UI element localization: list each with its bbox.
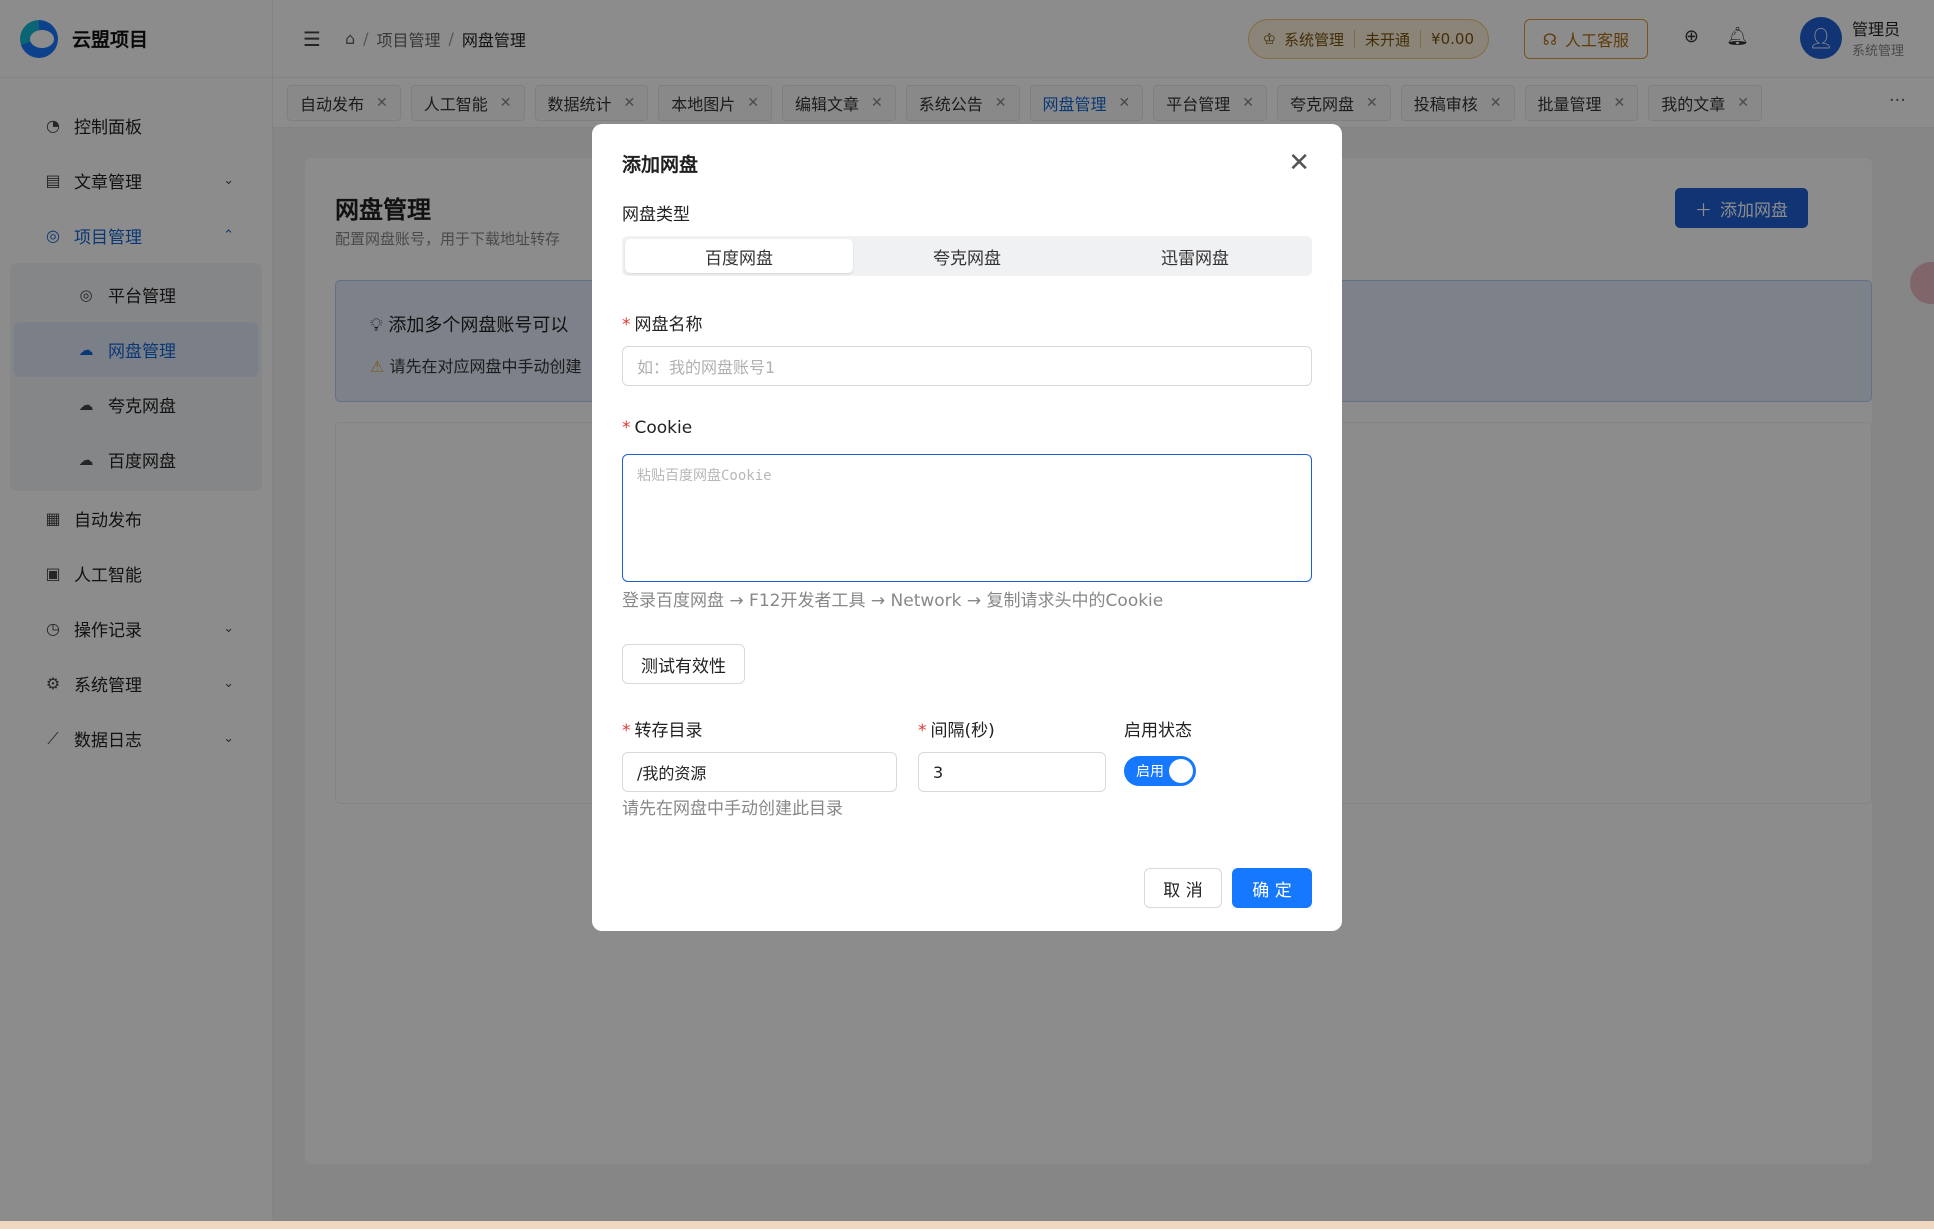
test-validity-button[interactable]: 测试有效性 <box>622 644 745 684</box>
toggle-label: 启用 <box>1136 764 1164 780</box>
interval-value: 3 <box>933 762 944 782</box>
dir-label: * 转存目录 <box>622 716 703 741</box>
dialog-title: 添加网盘 <box>622 154 699 176</box>
cancel-button[interactable]: 取 消 <box>1144 868 1222 908</box>
netdisk-name-input[interactable]: 如：我的网盘账号1 <box>622 346 1312 386</box>
interval-label-text: 间隔(秒) <box>930 721 995 741</box>
required-mark: * <box>622 418 631 438</box>
type-option-baidu[interactable]: 百度网盘 <box>625 239 853 273</box>
cookie-help: 登录百度网盘 → F12开发者工具 → Network → 复制请求头中的Coo… <box>622 591 1164 611</box>
save-directory-input[interactable]: /我的资源 <box>622 752 897 792</box>
enable-status-toggle[interactable]: 启用 <box>1124 756 1196 786</box>
required-mark: * <box>622 315 631 335</box>
toggle-knob <box>1169 759 1193 783</box>
dir-label-text: 转存目录 <box>634 721 703 741</box>
interval-input[interactable]: 3 <box>918 752 1106 792</box>
required-mark: * <box>622 721 631 741</box>
status-label: 启用状态 <box>1124 721 1192 741</box>
cookie-textarea[interactable]: 粘贴百度网盘Cookie <box>622 454 1312 582</box>
confirm-button[interactable]: 确 定 <box>1232 868 1312 908</box>
cookie-label-text: Cookie <box>634 418 693 438</box>
type-label: 网盘类型 <box>622 205 690 225</box>
type-option-quark[interactable]: 夸克网盘 <box>853 239 1081 273</box>
type-option-xunlei[interactable]: 迅雷网盘 <box>1081 239 1309 273</box>
dir-help: 请先在网盘中手动创建此目录 <box>622 799 843 819</box>
name-label: * 网盘名称 <box>622 310 703 335</box>
close-icon[interactable]: ✕ <box>1288 148 1310 178</box>
name-placeholder: 如：我的网盘账号1 <box>637 358 776 377</box>
name-label-text: 网盘名称 <box>634 315 703 335</box>
required-mark: * <box>918 721 927 741</box>
cookie-label: * Cookie <box>622 418 692 438</box>
dir-value: /我的资源 <box>637 764 707 783</box>
add-netdisk-dialog: 添加网盘 ✕ 网盘类型 百度网盘 夸克网盘 迅雷网盘 * 网盘名称 如：我的网盘账… <box>592 124 1342 931</box>
netdisk-type-selector: 百度网盘 夸克网盘 迅雷网盘 <box>622 236 1312 276</box>
bottom-strip <box>0 1221 1934 1229</box>
interval-label: * 间隔(秒) <box>918 716 995 741</box>
cookie-placeholder: 粘贴百度网盘Cookie <box>637 468 772 484</box>
